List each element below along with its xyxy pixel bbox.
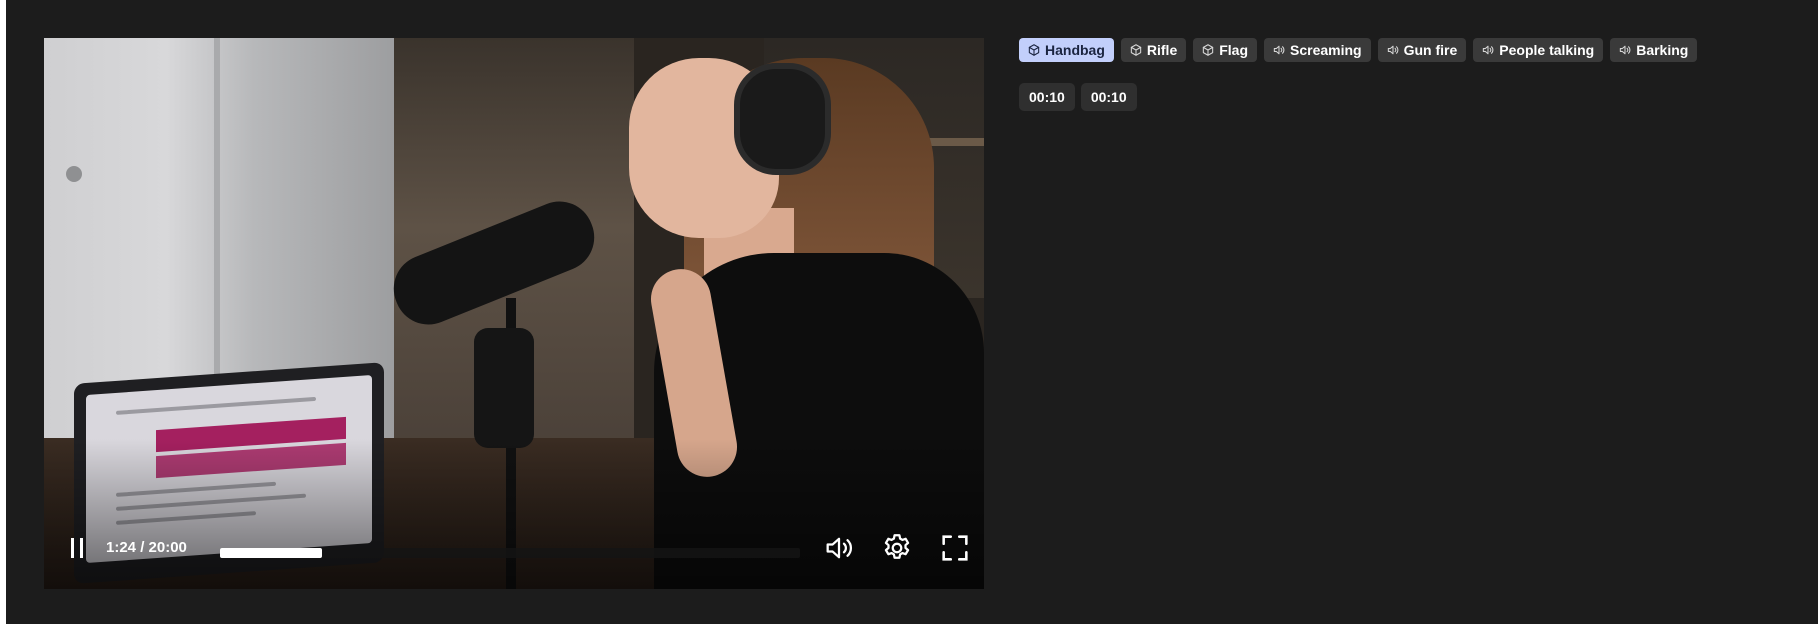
tag-label: Handbag bbox=[1045, 42, 1105, 58]
pause-button[interactable] bbox=[68, 538, 86, 560]
cube-icon bbox=[1028, 44, 1040, 56]
tag-barking[interactable]: Barking bbox=[1610, 38, 1698, 62]
cube-icon bbox=[1203, 44, 1214, 56]
speaker-icon bbox=[1483, 45, 1494, 55]
timestamp-chip[interactable]: 00:10 bbox=[1019, 83, 1075, 111]
tag-gun-fire[interactable]: Gun fire bbox=[1377, 38, 1467, 62]
tag-label: Rifle bbox=[1146, 42, 1178, 58]
volume-icon[interactable] bbox=[822, 531, 856, 565]
tag-label: People talking bbox=[1499, 42, 1595, 58]
speaker-icon bbox=[1273, 45, 1285, 55]
pause-icon-bar bbox=[80, 538, 83, 558]
tag-flag[interactable]: Flag bbox=[1193, 38, 1258, 62]
timestamp-chip[interactable]: 00:10 bbox=[1080, 83, 1137, 111]
fullscreen-icon[interactable] bbox=[938, 531, 972, 565]
scene-laptop-line bbox=[116, 396, 316, 415]
tag-label: Flag bbox=[1219, 42, 1249, 58]
tag-rifle[interactable]: Rifle bbox=[1120, 38, 1187, 62]
tag-label: Barking bbox=[1636, 42, 1689, 58]
tag-handbag[interactable]: Handbag bbox=[1019, 38, 1114, 62]
video-player[interactable]: 1:24 / 20:00 bbox=[44, 38, 984, 589]
scene-headphones bbox=[734, 63, 831, 175]
speaker-icon bbox=[1620, 45, 1631, 55]
tag-screaming[interactable]: Screaming bbox=[1264, 38, 1371, 62]
cube-icon bbox=[1130, 44, 1142, 56]
pause-icon-bar bbox=[71, 538, 74, 558]
tag-people-talking[interactable]: People talking bbox=[1473, 38, 1604, 62]
player-controls: 1:24 / 20:00 bbox=[44, 509, 984, 589]
progress-fill bbox=[220, 548, 322, 558]
speaker-icon bbox=[1387, 45, 1398, 55]
scene-door-knob bbox=[66, 166, 82, 182]
tag-label: Screaming bbox=[1290, 42, 1362, 58]
app-root: 1:24 / 20:00 Handbag Rifle Flag Screaming Gu… bbox=[6, 0, 1818, 624]
timestamp-list: 00:10 00:10 bbox=[1019, 83, 1137, 111]
time-display: 1:24 / 20:00 bbox=[106, 539, 187, 556]
progress-bar[interactable] bbox=[220, 548, 800, 558]
tag-list: Handbag Rifle Flag Screaming Gun fire People … bbox=[1019, 38, 1698, 62]
gear-icon[interactable] bbox=[880, 531, 914, 565]
scene-mic-arm bbox=[474, 328, 534, 448]
tag-label: Gun fire bbox=[1403, 42, 1458, 58]
